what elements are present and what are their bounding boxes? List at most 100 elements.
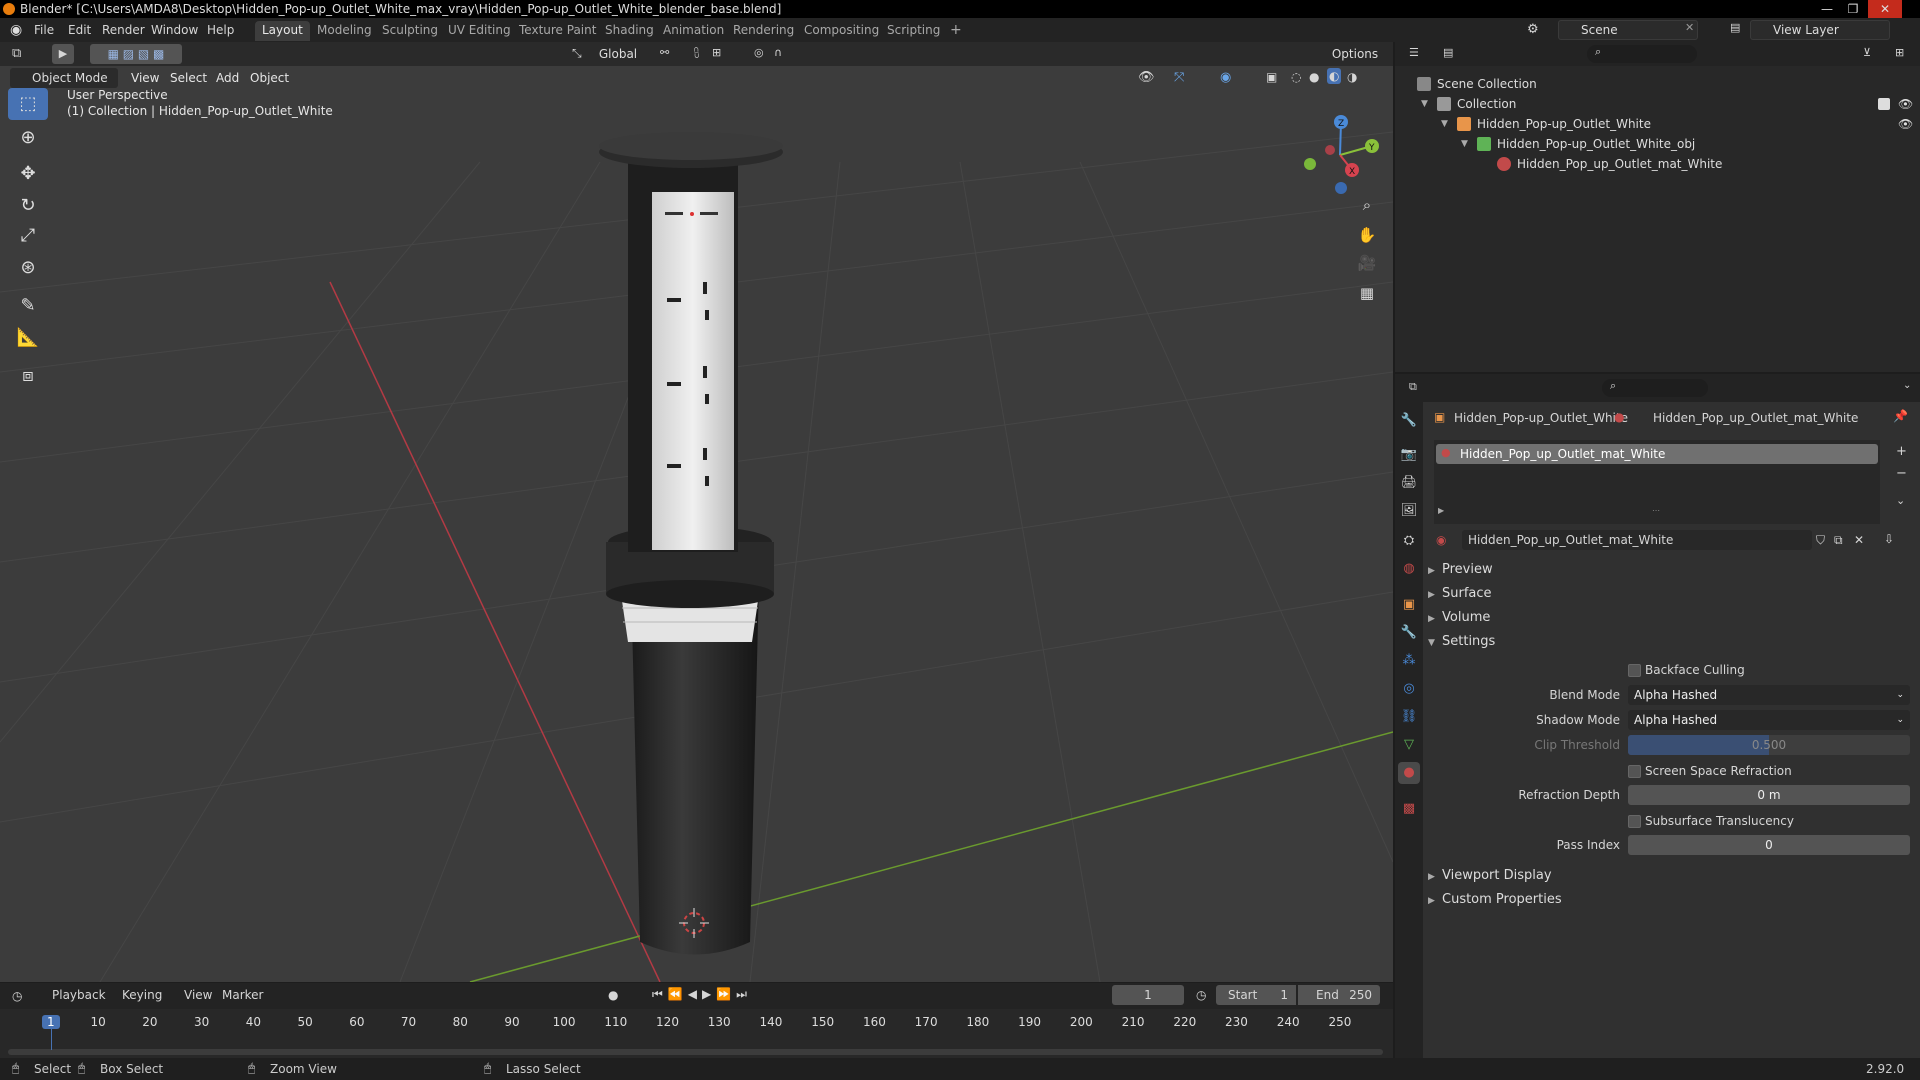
material-name-field[interactable]: Hidden_Pop_up_Outlet_mat_White	[1462, 530, 1812, 550]
options-chevron-icon[interactable]: ⌄	[1903, 380, 1911, 391]
tab-shading[interactable]: Shading	[598, 21, 661, 41]
solid-shading-icon[interactable]: ●	[1309, 70, 1319, 84]
scene-icon[interactable]: ⚙	[1527, 22, 1539, 37]
clip-threshold-slider[interactable]: 0.500	[1628, 735, 1910, 755]
section-viewport-display[interactable]: ▶ Viewport Display	[1428, 868, 1552, 883]
menu-file[interactable]: File	[34, 23, 54, 37]
object-tab-icon[interactable]: ▣	[1398, 594, 1420, 616]
gizmo-toggle-icon[interactable]: ⤧	[1174, 70, 1184, 85]
view-layer-tab-icon[interactable]: 🖼	[1398, 500, 1420, 522]
exclude-checkbox-icon[interactable]	[1878, 98, 1890, 110]
remove-slot-button[interactable]: −	[1896, 466, 1907, 481]
overlay-toggle-icon[interactable]: ◉	[1220, 70, 1231, 85]
material-preview-shading-icon[interactable]: ◐	[1327, 68, 1342, 84]
timeline-menu-view[interactable]: View	[184, 988, 212, 1002]
minimize-button[interactable]: —	[1814, 0, 1840, 18]
scene-selector[interactable]: Scene	[1558, 20, 1698, 40]
properties-search-input[interactable]: ⌕	[1602, 379, 1708, 397]
pivot-icon[interactable]: ⚯	[660, 46, 669, 59]
outliner-row-mesh[interactable]: ▼ Hidden_Pop-up_Outlet_White_obj	[1395, 134, 1920, 154]
modifier-tab-icon[interactable]: 🔧	[1398, 622, 1420, 644]
select-box-tool-icon[interactable]: ⬚	[8, 88, 48, 120]
world-tab-icon[interactable]: ◍	[1398, 558, 1420, 580]
gizmo-neg-x[interactable]	[1325, 145, 1335, 155]
new-collection-icon[interactable]: ⊞	[1895, 46, 1904, 59]
outliner-editor-type-icon[interactable]: ☰	[1409, 46, 1419, 59]
display-mode-icon[interactable]: ▤	[1443, 46, 1453, 59]
physics-tab-icon[interactable]: ◎	[1398, 678, 1420, 700]
viewport-menu-select[interactable]: Select	[170, 71, 207, 85]
timeline-menu-playback[interactable]: Playback	[52, 988, 106, 1002]
rotate-tool-icon[interactable]: ↻	[8, 190, 48, 222]
timeline-scrollbar[interactable]	[8, 1049, 1383, 1055]
unlink-material-icon[interactable]: ✕	[1854, 533, 1864, 547]
viewport-menu-object[interactable]: Object	[250, 71, 289, 85]
data-tab-icon[interactable]: ▽	[1398, 734, 1420, 756]
tab-sculpting[interactable]: Sculpting	[375, 21, 445, 41]
wireframe-shading-icon[interactable]: ◌	[1291, 70, 1301, 84]
tab-texture-paint[interactable]: Texture Paint	[512, 21, 603, 41]
auto-keying-icon[interactable]: ●	[608, 988, 618, 1002]
expand-arrow-icon[interactable]: ▼	[1441, 114, 1448, 134]
tab-scripting[interactable]: Scripting	[880, 21, 947, 41]
view-layer-icon[interactable]: ▤	[1730, 21, 1740, 34]
snap-icon[interactable]: ⩉	[694, 46, 699, 60]
falloff-icon[interactable]: ∩	[774, 46, 782, 59]
delete-scene-icon[interactable]: ✕	[1685, 21, 1694, 34]
add-cube-tool-icon[interactable]: ⧈	[8, 360, 48, 392]
tab-rendering[interactable]: Rendering	[726, 21, 801, 41]
backface-culling-checkbox[interactable]	[1628, 664, 1641, 677]
gizmo-neg-y[interactable]	[1304, 158, 1316, 170]
selection-mode-icon[interactable]: ▦ ▨ ▧ ▩	[90, 44, 182, 64]
shadow-mode-dropdown[interactable]: Alpha Hashed ⌄	[1628, 710, 1910, 730]
scene-tab-icon[interactable]: ⛭	[1398, 530, 1420, 552]
camera-view-icon[interactable]: 🎥	[1354, 250, 1380, 276]
slot-specials-icon[interactable]: ⌄	[1896, 494, 1905, 507]
viewport-menu-view[interactable]: View	[131, 71, 159, 85]
screen-space-refraction-checkbox[interactable]	[1628, 765, 1641, 778]
blend-mode-dropdown[interactable]: Alpha Hashed ⌄	[1628, 685, 1910, 705]
filter-icon[interactable]: ⊻	[1863, 46, 1871, 59]
refraction-depth-field[interactable]: 0 m	[1628, 785, 1910, 805]
resize-handle-icon[interactable]: ⋯	[1652, 506, 1660, 515]
tab-uv-editing[interactable]: UV Editing	[441, 21, 518, 41]
current-frame-field[interactable]: 1	[1112, 985, 1184, 1005]
outliner-row-material[interactable]: Hidden_Pop_up_Outlet_mat_White	[1395, 154, 1920, 174]
outliner-panel[interactable]: ☰ ▤ ⌕ ⊻ ⊞ Scene Collection ▼ Collection …	[1395, 42, 1920, 372]
annotate-tool-icon[interactable]: ✎	[8, 290, 48, 322]
menu-render[interactable]: Render	[102, 23, 145, 37]
menu-edit[interactable]: Edit	[68, 23, 91, 37]
scale-tool-icon[interactable]: ⤢	[8, 220, 48, 252]
subsurface-translucency-checkbox[interactable]	[1628, 815, 1641, 828]
material-browse-icon[interactable]: ◉	[1436, 533, 1446, 547]
maximize-button[interactable]: ❐	[1840, 0, 1866, 18]
section-settings[interactable]: ▼ Settings	[1428, 634, 1495, 649]
proportional-edit-icon[interactable]: ◎	[754, 46, 764, 59]
xray-toggle-icon[interactable]: ▣	[1266, 70, 1277, 84]
section-surface[interactable]: ▶ Surface	[1428, 586, 1492, 601]
properties-editor-type-icon[interactable]: ⧉	[1409, 380, 1417, 394]
timeline-menu-marker[interactable]: Marker	[222, 988, 263, 1002]
section-volume[interactable]: ▶ Volume	[1428, 610, 1490, 625]
measure-tool-icon[interactable]: 📐	[8, 322, 48, 354]
timeline-menu-keying[interactable]: Keying	[122, 988, 162, 1002]
fake-user-icon[interactable]: ⛉	[1816, 533, 1825, 548]
section-custom-properties[interactable]: ▶ Custom Properties	[1428, 892, 1562, 907]
start-frame-field[interactable]: Start 1	[1216, 985, 1296, 1005]
outliner-row-collection[interactable]: ▼ Collection 👁	[1395, 94, 1920, 114]
options-dropdown[interactable]: Options	[1324, 44, 1386, 64]
transform-tool-icon[interactable]: ⊛	[8, 252, 48, 284]
tab-compositing[interactable]: Compositing	[797, 21, 886, 41]
pass-index-field[interactable]: 0	[1628, 835, 1910, 855]
viewport-menu-add[interactable]: Add	[216, 71, 239, 85]
pin-icon[interactable]: 📌	[1893, 409, 1908, 423]
select-tool-icon[interactable]: ▶	[52, 44, 74, 64]
outliner-row-scene-collection[interactable]: Scene Collection	[1395, 74, 1920, 94]
output-tab-icon[interactable]: 🖨	[1398, 472, 1420, 494]
material-slot-list[interactable]: Hidden_Pop_up_Outlet_mat_White ● ▶ ⋯	[1434, 440, 1880, 524]
view-layer-selector[interactable]: View Layer	[1750, 20, 1890, 40]
section-preview[interactable]: ▶ Preview	[1428, 562, 1493, 577]
duplicate-material-icon[interactable]: ⧉	[1834, 533, 1843, 548]
render-tab-icon[interactable]: 📷	[1398, 444, 1420, 466]
visibility-icon[interactable]: 👁	[1138, 70, 1155, 85]
